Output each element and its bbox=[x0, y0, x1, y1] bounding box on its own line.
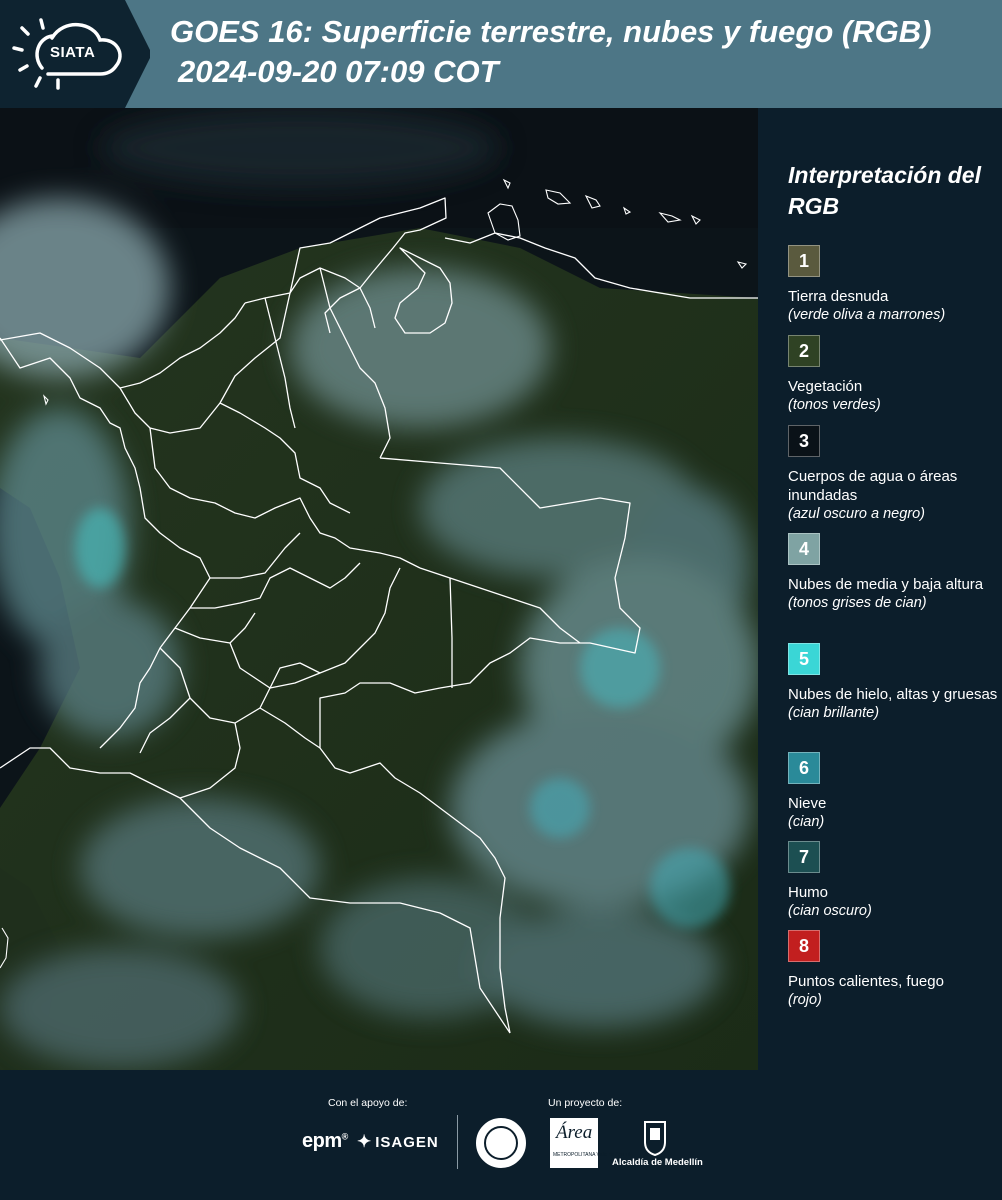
alcaldia-text: Alcaldía de Medellín bbox=[612, 1157, 703, 1168]
epm-text: epm bbox=[302, 1130, 342, 1152]
legend-desc: (cian) bbox=[788, 814, 825, 830]
legend-label: Nubes de hielo, altas y gruesas bbox=[788, 686, 998, 703]
siata-logo: SIATA bbox=[0, 0, 150, 108]
area-logo-mark: Área bbox=[556, 1122, 593, 1143]
map-image bbox=[0, 108, 758, 1070]
legend-swatch: 3 bbox=[788, 425, 820, 457]
legend-desc: (cian oscuro) bbox=[788, 903, 872, 919]
legend-label: Cuerpos de agua o áreas inundadas bbox=[788, 468, 958, 504]
legend-swatch: 1 bbox=[788, 245, 820, 277]
support-label: Con el apoyo de: bbox=[328, 1097, 408, 1109]
legend-swatch: 5 bbox=[788, 643, 820, 675]
legend-item-snow: 6 Nieve (cian) bbox=[788, 752, 998, 832]
legend-item-mid-low-clouds: 4 Nubes de media y baja altura (tonos gr… bbox=[788, 533, 998, 613]
epm-logo: epm® bbox=[302, 1130, 348, 1152]
project-label: Un proyecto de: bbox=[548, 1097, 623, 1109]
legend-desc: (verde oliva a marrones) bbox=[788, 307, 946, 323]
legend-desc: (azul oscuro a negro) bbox=[788, 506, 926, 522]
legend-swatch: 4 bbox=[788, 533, 820, 565]
legend-label: Puntos calientes, fuego bbox=[788, 973, 944, 990]
timestamp: 2024-09-20 07:09 COT bbox=[178, 54, 499, 89]
footer: Con el apoyo de: Un proyecto de: epm® ✦ I… bbox=[0, 1070, 1002, 1200]
legend-title: Interpretación del RGB bbox=[788, 162, 981, 219]
legend-item-bare-soil: 1 Tierra desnuda (verde oliva a marrones… bbox=[788, 245, 998, 325]
page-title: GOES 16: Superficie terrestre, nubes y f… bbox=[170, 14, 932, 49]
legend-label: Vegetación bbox=[788, 378, 863, 395]
legend-item-smoke: 7 Humo (cian oscuro) bbox=[788, 841, 998, 921]
footer-divider bbox=[457, 1115, 458, 1169]
isagen-text: ISAGEN bbox=[375, 1134, 439, 1151]
legend-desc: (tonos grises de cian) bbox=[788, 595, 927, 611]
legend-item-vegetation: 2 Vegetación (tonos verdes) bbox=[788, 335, 998, 415]
isagen-logo: ✦ ISAGEN bbox=[357, 1132, 439, 1152]
seal-ring bbox=[484, 1126, 518, 1160]
legend-desc: (rojo) bbox=[788, 992, 822, 1008]
legend-swatch: 6 bbox=[788, 752, 820, 784]
legend-swatch: 8 bbox=[788, 930, 820, 962]
logo-text: SIATA bbox=[50, 44, 96, 61]
alcaldia-shield-icon bbox=[644, 1121, 666, 1156]
legend-label: Humo bbox=[788, 884, 829, 901]
satellite-map[interactable] bbox=[0, 108, 758, 1070]
isagen-mark-icon: ✦ bbox=[357, 1132, 373, 1151]
legend-label: Tierra desnuda bbox=[788, 288, 889, 305]
medellin-seal-icon bbox=[476, 1118, 526, 1168]
legend-swatch: 7 bbox=[788, 841, 820, 873]
legend-label: Nubes de media y baja altura bbox=[788, 576, 984, 593]
legend-item-ice-clouds: 5 Nubes de hielo, altas y gruesas (cian … bbox=[788, 643, 998, 723]
legend-desc: (tonos verdes) bbox=[788, 397, 881, 413]
legend-item-fire: 8 Puntos calientes, fuego (rojo) bbox=[788, 930, 998, 1010]
legend-swatch: 2 bbox=[788, 335, 820, 367]
header-bar: SIATA GOES 16: Superficie terrestre, nub… bbox=[0, 0, 1002, 108]
legend-item-water: 3 Cuerpos de agua o áreas inundadas (azu… bbox=[788, 425, 998, 524]
legend-panel: Interpretación del RGB 1 Tierra desnuda … bbox=[758, 108, 1002, 1070]
area-metropolitana-logo: Área METROPOLITANA Valle de Aburrá bbox=[550, 1118, 630, 1168]
legend-label: Nieve bbox=[788, 795, 827, 812]
legend-desc: (cian brillante) bbox=[788, 705, 880, 721]
